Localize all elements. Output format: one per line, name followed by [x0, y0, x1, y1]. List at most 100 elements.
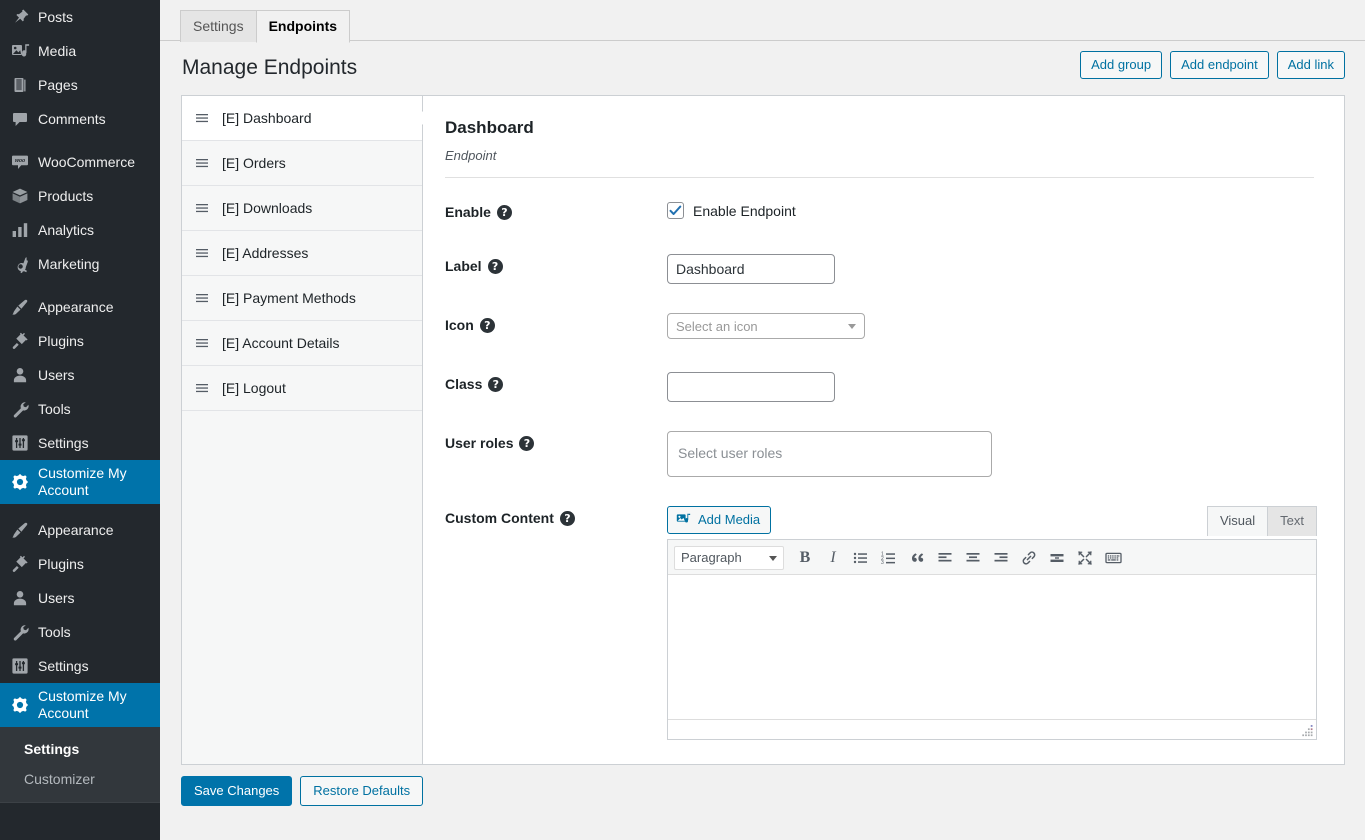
insert-link-icon[interactable]	[1016, 546, 1042, 570]
class-input[interactable]	[667, 372, 835, 402]
sidebar-item-users-2[interactable]: Users	[0, 581, 160, 615]
fullscreen-icon[interactable]	[1072, 546, 1098, 570]
field-label-custom-content: Custom Content ?	[445, 506, 667, 526]
sidebar-item-tools[interactable]: Tools	[0, 392, 160, 426]
sidebar-item-plugins-2[interactable]: Plugins	[0, 547, 160, 581]
sidebar-item-label: Products	[38, 188, 94, 204]
tab-endpoints[interactable]: Endpoints	[255, 10, 351, 43]
keyboard-shortcuts-icon[interactable]	[1100, 546, 1126, 570]
editor-container: Paragraph B I 123	[667, 539, 1317, 740]
media-icon	[10, 41, 36, 61]
restore-defaults-button[interactable]: Restore Defaults	[300, 776, 424, 806]
add-group-button[interactable]: Add group	[1080, 51, 1163, 79]
drag-handle-icon[interactable]	[194, 155, 222, 171]
editor-toolbar: Paragraph B I 123	[668, 540, 1316, 575]
help-icon[interactable]: ?	[487, 258, 503, 274]
field-label-icon: Icon ?	[445, 313, 667, 333]
field-control-class	[667, 372, 1314, 402]
paragraph-format-value: Paragraph	[681, 550, 742, 565]
sidebar-item-plugins[interactable]: Plugins	[0, 324, 160, 358]
sidebar-item-label: Media	[38, 43, 77, 59]
sidebar-item-appearance[interactable]: Appearance	[0, 290, 160, 324]
sidebar-item-analytics[interactable]: Analytics	[0, 213, 160, 247]
sidebar-item-products[interactable]: Products	[0, 179, 160, 213]
save-changes-button[interactable]: Save Changes	[181, 776, 293, 806]
sidebar-item-settings[interactable]: Settings	[0, 426, 160, 460]
endpoint-list-item[interactable]: [E] Downloads	[182, 186, 422, 231]
align-center-icon[interactable]	[960, 546, 986, 570]
sidebar-item-posts[interactable]: Posts	[0, 0, 160, 34]
endpoint-list-item[interactable]: [E] Logout	[182, 366, 422, 411]
italic-icon[interactable]: I	[820, 546, 846, 570]
sidebar-item-label: Comments	[38, 111, 106, 127]
enable-endpoint-checkbox[interactable]	[667, 202, 684, 219]
admin-sidebar: Posts Media Pages Comments woo WooCommerce Pro…	[0, 0, 160, 840]
field-label-enable-text: Enable	[445, 204, 491, 220]
sidebar-item-label: WooCommerce	[38, 154, 135, 170]
numbered-list-icon[interactable]: 123	[876, 546, 902, 570]
field-label-label: Label ?	[445, 254, 667, 274]
sidebar-item-tools-2[interactable]: Tools	[0, 615, 160, 649]
blockquote-icon[interactable]	[904, 546, 930, 570]
user-roles-input[interactable]: Select user roles	[667, 431, 992, 477]
endpoint-list: [E] Dashboard [E] Orders [E] Downloads [E] …	[181, 95, 430, 765]
drag-handle-icon[interactable]	[194, 290, 222, 306]
align-left-icon[interactable]	[932, 546, 958, 570]
help-icon[interactable]: ?	[519, 435, 535, 451]
form-actions: Save Changes Restore Defaults	[181, 776, 1365, 806]
sidebar-item-comments[interactable]: Comments	[0, 102, 160, 136]
sidebar-item-media[interactable]: Media	[0, 34, 160, 68]
field-custom-content-row: Custom Content ? Add Media Visual Text P…	[445, 506, 1317, 740]
chevron-down-icon	[769, 555, 777, 561]
sidebar-item-woocommerce[interactable]: woo WooCommerce	[0, 145, 160, 179]
read-more-icon[interactable]	[1044, 546, 1070, 570]
field-label-label-text: Label	[445, 258, 482, 274]
menu-separator	[0, 504, 160, 513]
drag-handle-icon[interactable]	[194, 200, 222, 216]
bold-icon[interactable]: B	[792, 546, 818, 570]
sidebar-item-users[interactable]: Users	[0, 358, 160, 392]
help-icon[interactable]: ?	[479, 317, 495, 333]
paragraph-format-select[interactable]: Paragraph	[674, 545, 784, 570]
endpoint-list-item[interactable]: [E] Payment Methods	[182, 276, 422, 321]
field-control-user-roles: Select user roles	[667, 431, 1314, 477]
sidebar-item-settings-2[interactable]: Settings	[0, 649, 160, 683]
submenu-item-customizer[interactable]: Customizer	[0, 764, 160, 794]
endpoint-list-item[interactable]: [E] Orders	[182, 141, 422, 186]
submenu-item-settings[interactable]: Settings	[0, 734, 160, 764]
field-label-enable: Enable ?	[445, 200, 667, 220]
wp-editor: Add Media Visual Text Paragraph B I 1 2 …	[667, 506, 1317, 740]
sidebar-item-customize-my-account-2[interactable]: Customize My Account	[0, 683, 160, 727]
sidebar-item-label: Tools	[38, 401, 71, 417]
help-icon[interactable]: ?	[488, 376, 504, 392]
sidebar-item-marketing[interactable]: Marketing	[0, 247, 160, 281]
drag-handle-icon[interactable]	[194, 245, 222, 261]
label-input[interactable]	[667, 254, 835, 284]
drag-handle-icon[interactable]	[194, 110, 222, 126]
tab-settings[interactable]: Settings	[180, 10, 257, 42]
resize-handle-icon[interactable]	[1301, 724, 1314, 737]
add-media-button[interactable]: Add Media	[667, 506, 772, 534]
sidebar-item-pages[interactable]: Pages	[0, 68, 160, 102]
gear-icon	[10, 472, 36, 492]
bulleted-list-icon[interactable]	[848, 546, 874, 570]
help-icon[interactable]: ?	[496, 204, 512, 220]
endpoint-list-item[interactable]: [E] Addresses	[182, 231, 422, 276]
add-link-button[interactable]: Add link	[1276, 51, 1345, 79]
endpoint-list-item[interactable]: [E] Account Details	[182, 321, 422, 366]
panel-title: Dashboard	[445, 118, 534, 137]
help-icon[interactable]: ?	[559, 510, 575, 526]
icon-select[interactable]: Select an icon	[667, 313, 865, 339]
endpoint-list-item[interactable]: [E] Dashboard	[182, 96, 430, 141]
add-endpoint-button[interactable]: Add endpoint	[1170, 51, 1269, 79]
drag-handle-icon[interactable]	[194, 335, 222, 351]
sidebar-item-customize-my-account[interactable]: Customize My Account	[0, 460, 160, 504]
comments-icon	[10, 109, 36, 129]
drag-handle-icon[interactable]	[194, 380, 222, 396]
editor-content-area[interactable]	[668, 575, 1316, 719]
pages-icon	[10, 75, 36, 95]
sidebar-item-appearance-2[interactable]: Appearance	[0, 513, 160, 547]
tools-wrench-icon	[10, 399, 36, 419]
sidebar-item-label: Settings	[38, 435, 89, 451]
align-right-icon[interactable]	[988, 546, 1014, 570]
